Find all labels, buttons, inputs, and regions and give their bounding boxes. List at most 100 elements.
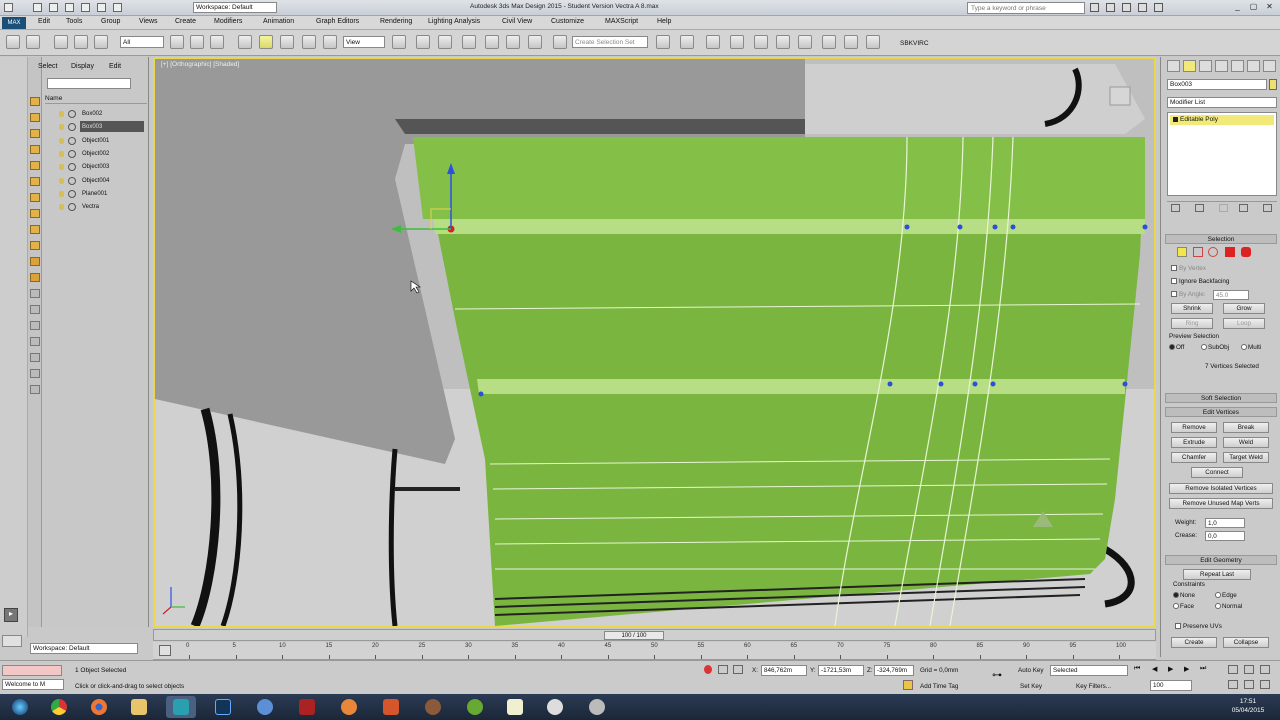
maximize-icon[interactable]: ▢ [1248, 2, 1259, 13]
y-coordinate-field[interactable]: -1721,53m [818, 665, 864, 676]
menu-item-help[interactable]: Help [657, 18, 671, 25]
light-bulb-icon[interactable] [59, 124, 64, 131]
object-row[interactable]: Object004 [45, 175, 147, 187]
hierarchy-tab-icon[interactable] [1199, 60, 1212, 72]
preview-off-radio[interactable]: Off [1169, 344, 1184, 351]
by-angle-checkbox[interactable]: By Angle: [1171, 291, 1206, 298]
undo-icon[interactable] [6, 35, 20, 49]
taskbar-clock[interactable]: 17:51 05/04/2015 [1218, 697, 1278, 715]
preview-subobj-radio[interactable]: SubObj [1201, 344, 1229, 351]
auto-key-button[interactable]: Auto Key [1018, 667, 1044, 674]
brush-taskbar-icon[interactable] [292, 696, 322, 718]
object-name-field[interactable]: Box003 [1167, 79, 1267, 90]
remove-modifier-icon[interactable] [1239, 204, 1248, 212]
schematic-view-icon[interactable] [776, 35, 790, 49]
object-row[interactable]: Object002 [45, 148, 147, 160]
zbrush-taskbar-icon[interactable] [376, 696, 406, 718]
display-xrefs-icon[interactable] [30, 225, 40, 234]
preserve-uvs-checkbox[interactable]: Preserve UVs [1175, 623, 1222, 630]
visibility-toggle-icon[interactable] [68, 149, 76, 158]
maxscript-listener-pink[interactable] [2, 665, 62, 676]
window-crossing-icon[interactable] [238, 35, 252, 49]
start-button[interactable] [2, 696, 38, 718]
align-icon[interactable] [680, 35, 694, 49]
extrude-button[interactable]: Extrude [1171, 437, 1217, 448]
viewport-perspective[interactable]: [+] [Orthographic] [Shaded] [153, 57, 1156, 628]
menu-item-civil-view[interactable]: Civil View [502, 18, 532, 25]
display-cameras-icon[interactable] [30, 161, 40, 170]
light-bulb-icon[interactable] [59, 164, 64, 171]
visibility-toggle-icon[interactable] [68, 123, 76, 132]
menu-item-rendering[interactable]: Rendering [380, 18, 412, 25]
close-icon[interactable]: ✕ [1264, 2, 1275, 13]
z-coordinate-field[interactable]: -324,769m [874, 665, 914, 676]
edit-named-selection-icon[interactable] [553, 35, 567, 49]
select-and-rotate-icon[interactable] [280, 35, 294, 49]
edit-vertices-rollout-header[interactable]: Edit Vertices [1165, 407, 1277, 417]
element-mode-icon[interactable] [1241, 247, 1251, 257]
select-and-scale-icon[interactable] [302, 35, 316, 49]
expand-panel-icon[interactable]: ▸ [4, 608, 18, 622]
percent-snap-icon[interactable] [506, 35, 520, 49]
firefox-taskbar-icon[interactable] [84, 696, 114, 718]
communication-icon[interactable] [1122, 3, 1131, 12]
panel-toggle-icon[interactable] [2, 635, 22, 647]
material-editor-icon[interactable] [798, 35, 812, 49]
app-menu-button[interactable]: MAX [2, 17, 26, 29]
photoshop-taskbar-icon[interactable] [208, 696, 238, 718]
undo-icon[interactable] [81, 3, 90, 12]
constraint-face-radio[interactable]: Face [1173, 603, 1194, 610]
edit-geometry-rollout-header[interactable]: Edit Geometry [1165, 555, 1277, 565]
light-bulb-icon[interactable] [59, 111, 64, 117]
display-lights-icon[interactable] [30, 145, 40, 154]
show-end-result-icon[interactable] [1195, 204, 1204, 212]
display-groups-icon[interactable] [30, 209, 40, 218]
menu-item-tools[interactable]: Tools [66, 18, 82, 25]
remove-button[interactable]: Remove [1171, 422, 1217, 433]
rendered-frame-window-icon[interactable] [844, 35, 858, 49]
keyboard-shortcut-icon[interactable] [438, 35, 452, 49]
ring-button[interactable]: Ring [1171, 318, 1213, 329]
add-time-tag-button[interactable]: Add Time Tag [920, 683, 958, 690]
angle-snap-icon[interactable] [485, 35, 499, 49]
viewport-label[interactable]: [+] [Orthographic] [Shaded] [161, 61, 239, 68]
isolate-selection-icon[interactable] [704, 665, 712, 674]
find-case-icon[interactable] [30, 353, 40, 362]
shrink-button[interactable]: Shrink [1171, 303, 1213, 314]
menu-item-create[interactable]: Create [175, 18, 196, 25]
zoom-icon[interactable] [1228, 665, 1238, 674]
remove-isolated-vertices-button[interactable]: Remove Isolated Vertices [1169, 483, 1273, 494]
play-icon[interactable]: ▶ [1168, 665, 1180, 674]
light-bulb-icon[interactable] [59, 204, 64, 211]
configure-sets-icon[interactable] [1263, 204, 1272, 212]
menu-item-animation[interactable]: Animation [263, 18, 294, 25]
light-bulb-icon[interactable] [59, 137, 64, 144]
display-none-filter-icon[interactable] [30, 321, 40, 330]
search-input[interactable]: Type a keyword or phrase [967, 2, 1085, 14]
loop-button[interactable]: Loop [1223, 318, 1265, 329]
make-unique-icon[interactable] [1219, 204, 1228, 212]
visibility-toggle-icon[interactable] [68, 176, 76, 185]
chrome-taskbar-icon[interactable] [44, 696, 74, 718]
link-icon[interactable] [54, 35, 68, 49]
vertex-mode-icon[interactable] [1177, 247, 1187, 257]
target-weld-button[interactable]: Target Weld [1223, 452, 1269, 463]
invert-display-icon[interactable] [30, 337, 40, 346]
name-column-header[interactable]: Name [45, 95, 147, 104]
display-children-icon[interactable] [30, 369, 40, 378]
tab-select[interactable]: Select [38, 63, 57, 70]
app-icon[interactable] [4, 3, 13, 12]
search-icon[interactable] [1090, 3, 1099, 12]
constraint-edge-radio[interactable]: Edge [1215, 592, 1237, 599]
menu-item-group[interactable]: Group [101, 18, 120, 25]
time-slider[interactable]: 100 / 100 [153, 629, 1156, 641]
key-filters-button[interactable]: Key Filters... [1076, 683, 1111, 690]
redo-icon[interactable] [26, 35, 40, 49]
grow-button[interactable]: Grow [1223, 303, 1265, 314]
select-and-place-icon[interactable] [323, 35, 337, 49]
mirror-icon[interactable] [656, 35, 670, 49]
media-taskbar-icon[interactable] [250, 696, 280, 718]
select-and-move-icon[interactable] [259, 35, 273, 49]
light-bulb-icon[interactable] [59, 150, 64, 157]
menu-item-edit[interactable]: Edit [38, 18, 50, 25]
